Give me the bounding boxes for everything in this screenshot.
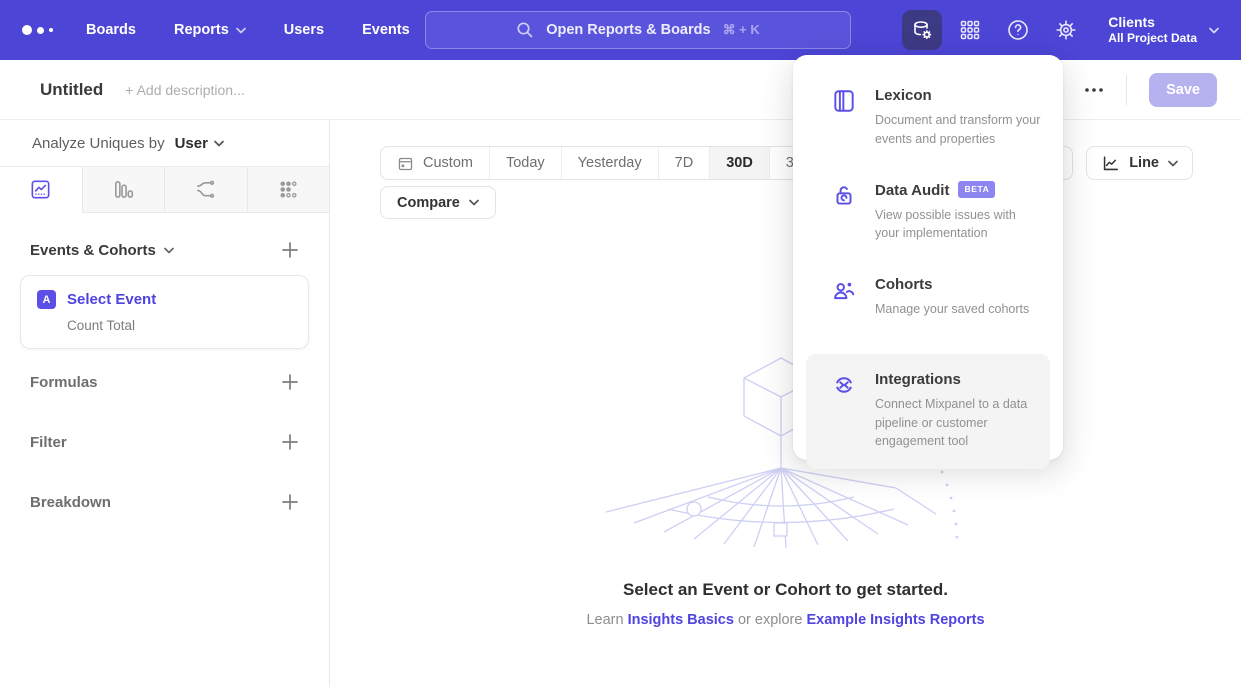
data-management-menu: Lexicon Document and transform your even… — [793, 55, 1063, 460]
global-search-input[interactable]: Open Reports & Boards ⌘ + K — [425, 11, 851, 49]
add-filter-button[interactable] — [281, 433, 299, 451]
breakdown-section: Breakdown — [0, 493, 329, 511]
apps-grid-icon — [959, 19, 981, 41]
cohorts-people-icon — [831, 277, 857, 303]
insights-basics-link[interactable]: Insights Basics — [628, 612, 734, 628]
plus-icon — [281, 241, 299, 259]
search-placeholder: Open Reports & Boards — [546, 22, 710, 38]
plus-icon — [281, 373, 299, 391]
nav-item-reports[interactable]: Reports — [174, 22, 246, 38]
add-description-field[interactable]: + Add description... — [125, 82, 244, 98]
integrations-sync-icon — [831, 372, 857, 398]
report-title[interactable]: Untitled — [40, 80, 103, 100]
nav-item-events[interactable]: Events — [362, 22, 410, 38]
tab-retention-chart[interactable] — [248, 167, 330, 212]
project-name: Clients — [1108, 13, 1197, 31]
top-navbar: Boards Reports Users Events Open Reports… — [0, 0, 1241, 60]
gear-icon — [1054, 18, 1078, 42]
chevron-down-icon — [1168, 160, 1178, 167]
analyze-label: Analyze Uniques by — [32, 135, 165, 152]
database-gear-icon — [910, 18, 934, 42]
data-management-button[interactable] — [902, 10, 942, 50]
add-formula-button[interactable] — [281, 373, 299, 391]
beta-badge: BETA — [958, 181, 995, 197]
mixpanel-logo-icon[interactable] — [22, 25, 68, 35]
flows-icon — [194, 178, 217, 201]
filter-section: Filter — [0, 433, 329, 451]
count-total-selector[interactable]: Count Total — [67, 318, 292, 333]
chart-type-dropdown[interactable]: Line — [1086, 146, 1193, 180]
bar-chart-icon — [112, 178, 135, 201]
chart-type-tabs — [0, 166, 329, 213]
plus-icon — [281, 493, 299, 511]
select-event-label[interactable]: Select Event — [67, 291, 156, 308]
chevron-down-icon — [469, 199, 479, 206]
analyze-row: Analyze Uniques by User — [0, 120, 329, 166]
settings-button[interactable] — [1046, 10, 1086, 50]
nav-item-users[interactable]: Users — [284, 22, 324, 38]
plus-icon — [281, 433, 299, 451]
example-insights-reports-link[interactable]: Example Insights Reports — [806, 612, 984, 628]
apps-grid-button[interactable] — [950, 10, 990, 50]
line-chart-icon — [1101, 154, 1120, 173]
calendar-icon — [397, 155, 414, 172]
tab-flows-chart[interactable] — [165, 167, 248, 212]
menu-item-lexicon[interactable]: Lexicon Document and transform your even… — [793, 87, 1063, 149]
ellipsis-icon — [1084, 87, 1104, 93]
series-badge: A — [37, 290, 56, 309]
formulas-section: Formulas — [0, 373, 329, 391]
empty-state-subtext: Learn Insights Basics or explore Example… — [330, 612, 1241, 628]
search-icon — [516, 21, 534, 39]
tab-line-chart[interactable] — [0, 167, 83, 212]
lexicon-book-icon — [831, 88, 857, 114]
menu-item-data-audit[interactable]: Data Audit BETA View possible issues wit… — [793, 182, 1063, 244]
add-event-button[interactable] — [281, 241, 299, 259]
events-cohorts-toggle[interactable]: Events & Cohorts — [30, 242, 174, 259]
date-range-today[interactable]: Today — [490, 147, 562, 179]
more-options-button[interactable] — [1084, 87, 1104, 93]
analyze-entity-selector[interactable]: User — [175, 135, 224, 152]
report-canvas: Custom Today Yesterday 7D 30D 3M 6M — [330, 120, 1241, 687]
event-card[interactable]: A Select Event Count Total — [20, 275, 309, 349]
date-range-30d[interactable]: 30D — [710, 147, 770, 179]
add-breakdown-button[interactable] — [281, 493, 299, 511]
query-builder-sidebar: Analyze Uniques by User — [0, 120, 330, 687]
project-scope: All Project Data — [1108, 31, 1197, 47]
menu-item-cohorts[interactable]: Cohorts Manage your saved cohorts — [793, 276, 1063, 319]
events-cohorts-header: Events & Cohorts — [0, 241, 329, 259]
nav-item-boards[interactable]: Boards — [86, 22, 136, 38]
tab-bar-chart[interactable] — [83, 167, 166, 212]
line-chart-icon — [29, 178, 52, 201]
help-button[interactable] — [998, 10, 1038, 50]
save-button[interactable]: Save — [1149, 73, 1217, 107]
date-range-7d[interactable]: 7D — [659, 147, 711, 179]
chevron-down-icon — [1209, 27, 1219, 34]
date-range-custom[interactable]: Custom — [381, 147, 490, 179]
divider — [1126, 75, 1127, 105]
compare-button[interactable]: Compare — [380, 186, 496, 219]
empty-state-heading: Select an Event or Cohort to get started… — [330, 580, 1241, 600]
menu-item-integrations[interactable]: Integrations Connect Mixpanel to a data … — [806, 354, 1050, 469]
project-selector[interactable]: Clients All Project Data — [1108, 13, 1219, 47]
data-audit-lock-icon — [831, 183, 857, 209]
date-range-yesterday[interactable]: Yesterday — [562, 147, 659, 179]
chevron-down-icon — [214, 140, 224, 147]
chevron-down-icon — [164, 247, 174, 254]
search-shortcut: ⌘ + K — [723, 22, 760, 38]
help-icon — [1006, 18, 1030, 42]
chevron-down-icon — [236, 27, 246, 34]
retention-icon — [277, 178, 300, 201]
